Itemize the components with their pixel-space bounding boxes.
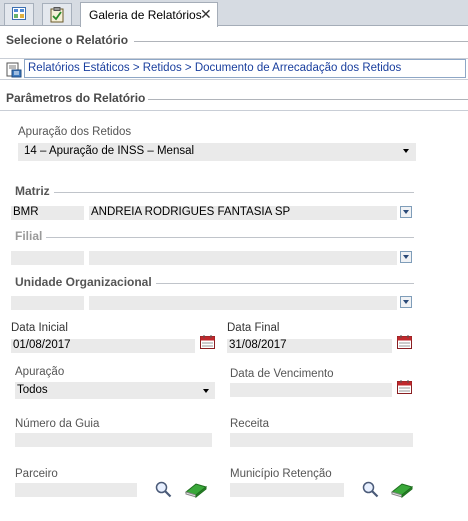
calendar-icon[interactable]	[397, 380, 412, 394]
matriz-name-value: ANDREIA RODRIGUES FANTASIA SP	[91, 206, 291, 218]
divider	[134, 41, 468, 42]
apuracao-value: Todos	[17, 384, 48, 396]
matriz-dropdown-button[interactable]	[400, 206, 412, 218]
municipio-label: Município Retenção	[230, 468, 332, 480]
section-params: Parâmetros do Relatório	[0, 91, 468, 107]
calendar-icon[interactable]	[200, 335, 215, 349]
data-final-value: 31/08/2017	[229, 339, 287, 351]
section-select-report: Selecione o Relatório	[0, 33, 468, 49]
section-title: Selecione o Relatório	[6, 33, 129, 47]
municipio-field[interactable]	[230, 483, 344, 497]
tab-checklist[interactable]	[42, 3, 72, 25]
data-final-field[interactable]: 31/08/2017	[227, 339, 392, 353]
clipboard-check-icon	[50, 7, 64, 23]
apuracao-retidos-label: Apuração dos Retidos	[18, 126, 132, 138]
unidade-dropdown-button[interactable]	[400, 296, 412, 308]
unidade-code-field[interactable]	[11, 296, 84, 310]
matriz-code-value: BMR	[13, 206, 39, 218]
calendar-icon[interactable]	[397, 335, 412, 349]
chevron-down-icon	[403, 149, 409, 153]
filial-dropdown-button[interactable]	[400, 251, 412, 263]
eraser-icon[interactable]	[390, 481, 414, 498]
eraser-icon[interactable]	[184, 481, 208, 498]
data-final-label: Data Final	[227, 322, 280, 334]
matriz-name-field[interactable]: ANDREIA RODRIGUES FANTASIA SP	[89, 206, 397, 220]
filial-label: Filial	[15, 229, 43, 243]
report-icon	[6, 62, 22, 78]
apuracao-retidos-select[interactable]: 14 – Apuração de INSS – Mensal	[18, 143, 416, 161]
divider	[54, 192, 414, 193]
matriz-code-field[interactable]: BMR	[11, 206, 84, 220]
breadcrumb[interactable]: Relatórios Estáticos > Retidos > Documen…	[24, 59, 466, 78]
unidade-label: Unidade Organizacional	[15, 275, 152, 289]
section-title: Parâmetros do Relatório	[6, 91, 146, 105]
data-inicial-value: 01/08/2017	[13, 339, 71, 351]
tab-report-gallery[interactable]: Galeria de Relatórios ✕	[80, 2, 218, 27]
search-icon[interactable]	[155, 481, 172, 498]
divider	[156, 283, 414, 284]
data-inicial-field[interactable]: 01/08/2017	[11, 339, 195, 353]
parceiro-label: Parceiro	[15, 468, 58, 480]
grid-icon	[12, 7, 26, 20]
data-inicial-label: Data Inicial	[11, 322, 68, 334]
breadcrumb-text[interactable]: Relatórios Estáticos > Retidos > Documen…	[28, 62, 401, 74]
tab-grid[interactable]	[4, 3, 34, 25]
numero-guia-field[interactable]	[15, 433, 212, 447]
numero-guia-label: Número da Guia	[15, 418, 100, 430]
parceiro-field[interactable]	[15, 483, 137, 497]
chevron-down-icon	[203, 389, 209, 393]
receita-label: Receita	[230, 418, 269, 430]
divider	[0, 110, 468, 111]
filial-name-field[interactable]	[89, 251, 397, 265]
close-icon[interactable]: ✕	[200, 6, 212, 23]
filial-code-field[interactable]	[11, 251, 84, 265]
tab-report-gallery-label: Galeria de Relatórios	[89, 8, 202, 22]
divider	[148, 99, 468, 100]
matriz-label: Matriz	[15, 184, 50, 198]
receita-field[interactable]	[230, 433, 413, 447]
apuracao-select[interactable]: Todos	[15, 382, 215, 399]
apuracao-label: Apuração	[15, 366, 65, 378]
search-icon[interactable]	[362, 481, 379, 498]
divider	[46, 237, 414, 238]
data-vencimento-label: Data de Vencimento	[230, 368, 334, 380]
apuracao-retidos-value: 14 – Apuração de INSS – Mensal	[24, 145, 195, 157]
data-vencimento-field[interactable]	[230, 383, 392, 397]
unidade-name-field[interactable]	[89, 296, 397, 310]
